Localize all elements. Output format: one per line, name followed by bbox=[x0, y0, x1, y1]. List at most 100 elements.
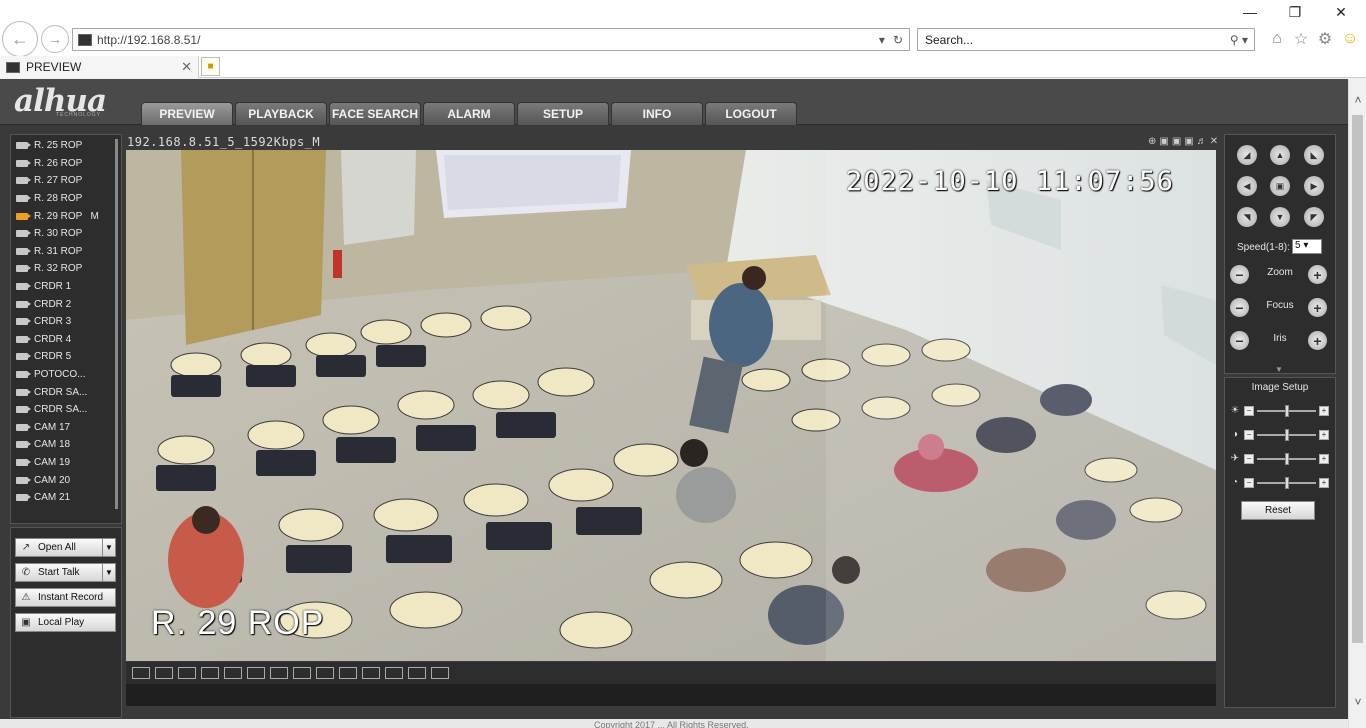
device-item[interactable]: CAM 19 bbox=[16, 454, 116, 472]
device-item[interactable]: R. 27 ROP bbox=[16, 172, 116, 190]
layout-9-icon[interactable] bbox=[316, 667, 334, 679]
close-tab-icon[interactable]: ✕ bbox=[181, 59, 192, 75]
slider-decrease-button[interactable]: − bbox=[1244, 430, 1254, 440]
address-url[interactable]: http://192.168.8.51/ bbox=[97, 33, 200, 47]
slider-decrease-button[interactable]: − bbox=[1244, 478, 1254, 488]
snapshot-icon[interactable]: ▣ bbox=[1172, 136, 1181, 147]
ptz-down-left-icon[interactable]: ◥ bbox=[1237, 207, 1257, 227]
search-box[interactable]: ⚲ ▾ bbox=[917, 28, 1255, 51]
window-icon[interactable]: ▣ bbox=[1159, 136, 1168, 147]
iris-close-button[interactable]: − bbox=[1230, 331, 1249, 350]
device-item[interactable]: CRDR 2 bbox=[16, 295, 116, 313]
page-scrollbar[interactable]: ˄ ˅ bbox=[1348, 79, 1366, 728]
refresh-icon[interactable]: ↻ bbox=[893, 33, 903, 47]
collapse-arrow-icon[interactable]: ▼ bbox=[1275, 365, 1283, 374]
smiley-feedback-icon[interactable]: ☺ bbox=[1340, 29, 1360, 49]
minimize-icon[interactable]: — bbox=[1240, 4, 1260, 20]
start-talk-dropdown[interactable]: ▼ bbox=[102, 563, 116, 582]
nav-tab-preview[interactable]: PREVIEW bbox=[141, 102, 233, 125]
ptz-up-left-icon[interactable]: ◢ bbox=[1237, 145, 1257, 165]
instant-record-button[interactable]: ⚠ Instant Record bbox=[15, 588, 116, 607]
ptz-up-right-icon[interactable]: ◣ bbox=[1304, 145, 1324, 165]
device-item[interactable]: R. 25 ROP bbox=[16, 137, 116, 155]
nav-tab-face-search[interactable]: FACE SEARCH bbox=[329, 102, 421, 125]
nav-tab-alarm[interactable]: ALARM bbox=[423, 102, 515, 125]
ptz-auto-focus-icon[interactable]: ▣ bbox=[1270, 176, 1290, 196]
scroll-down-icon[interactable]: ˅ bbox=[1349, 695, 1366, 709]
start-talk-button[interactable]: ✆ Start Talk ▼ bbox=[15, 563, 116, 582]
layout-6-icon[interactable] bbox=[270, 667, 288, 679]
zoom-icon[interactable]: ⊕ bbox=[1148, 136, 1156, 147]
nav-tab-setup[interactable]: SETUP bbox=[517, 102, 609, 125]
layout-full-icon[interactable] bbox=[178, 667, 196, 679]
focus-far-button[interactable]: + bbox=[1308, 298, 1327, 317]
slider-increase-button[interactable]: + bbox=[1319, 478, 1329, 488]
slider-increase-button[interactable]: + bbox=[1319, 430, 1329, 440]
favorites-star-icon[interactable]: ☆ bbox=[1291, 29, 1311, 49]
nav-tab-playback[interactable]: PLAYBACK bbox=[235, 102, 327, 125]
home-icon[interactable]: ⌂ bbox=[1267, 29, 1287, 49]
device-item[interactable]: R. 26 ROP bbox=[16, 155, 116, 173]
layout-4-icon[interactable] bbox=[247, 667, 265, 679]
layout-1-icon[interactable] bbox=[224, 667, 242, 679]
scroll-up-icon[interactable]: ˄ bbox=[1349, 93, 1366, 107]
layout-20-icon[interactable] bbox=[385, 667, 403, 679]
local-play-button[interactable]: ▣ Local Play bbox=[15, 613, 116, 632]
nav-tab-logout[interactable]: LOGOUT bbox=[705, 102, 797, 125]
scroll-thumb[interactable] bbox=[1352, 115, 1363, 643]
ptz-up-icon[interactable]: ▲ bbox=[1270, 145, 1290, 165]
device-item[interactable]: R. 31 ROP bbox=[16, 243, 116, 261]
layout-25-icon[interactable] bbox=[408, 667, 426, 679]
reset-button[interactable]: Reset bbox=[1241, 501, 1315, 520]
device-item[interactable]: R. 30 ROP bbox=[16, 225, 116, 243]
device-item[interactable]: CRDR SA... bbox=[16, 401, 116, 419]
address-bar[interactable]: http://192.168.8.51/ ▾ ↻ bbox=[72, 28, 910, 51]
record-icon[interactable]: ▣ bbox=[1184, 136, 1193, 147]
device-item[interactable]: CAM 21 bbox=[16, 489, 116, 507]
layout-16-icon[interactable] bbox=[362, 667, 380, 679]
zoom-out-button[interactable]: − bbox=[1230, 265, 1249, 284]
device-item[interactable]: CAM 18 bbox=[16, 436, 116, 454]
device-list-scrollbar[interactable] bbox=[115, 139, 118, 509]
tab-preview[interactable]: PREVIEW ✕ bbox=[0, 56, 199, 78]
slider-increase-button[interactable]: + bbox=[1319, 454, 1329, 464]
device-item[interactable]: POTOCO... bbox=[16, 366, 116, 384]
device-item[interactable]: CAM 17 bbox=[16, 419, 116, 437]
device-item[interactable]: CRDR 4 bbox=[16, 331, 116, 349]
slider-thumb[interactable] bbox=[1284, 453, 1289, 465]
dropdown-icon[interactable]: ▾ bbox=[879, 33, 885, 47]
slider-decrease-button[interactable]: − bbox=[1244, 406, 1254, 416]
restore-icon[interactable]: ❐ bbox=[1285, 4, 1305, 21]
back-button[interactable]: ← bbox=[2, 21, 38, 57]
device-item[interactable]: CRDR 3 bbox=[16, 313, 116, 331]
zoom-in-button[interactable]: + bbox=[1308, 265, 1327, 284]
slider-thumb[interactable] bbox=[1284, 405, 1289, 417]
speed-select[interactable]: 5 ▾ bbox=[1292, 239, 1322, 254]
forward-button[interactable]: → bbox=[41, 25, 69, 53]
device-item[interactable]: CRDR 1 bbox=[16, 278, 116, 296]
layout-2x2-icon[interactable] bbox=[155, 667, 173, 679]
slider-decrease-button[interactable]: − bbox=[1244, 454, 1254, 464]
iris-open-button[interactable]: + bbox=[1308, 331, 1327, 350]
settings-gear-icon[interactable]: ⚙ bbox=[1315, 29, 1335, 49]
search-input[interactable] bbox=[925, 32, 1215, 47]
close-video-icon[interactable]: ✕ bbox=[1210, 136, 1218, 147]
layout-8-icon[interactable] bbox=[293, 667, 311, 679]
device-item[interactable]: CRDR SA... bbox=[16, 383, 116, 401]
ptz-right-icon[interactable]: ▶ bbox=[1304, 176, 1324, 196]
close-window-icon[interactable]: ✕ bbox=[1331, 4, 1351, 21]
layout-1x1-icon[interactable] bbox=[132, 667, 150, 679]
ptz-left-icon[interactable]: ◀ bbox=[1237, 176, 1257, 196]
ptz-down-icon[interactable]: ▼ bbox=[1270, 207, 1290, 227]
open-all-button[interactable]: ↗ Open All ▼ bbox=[15, 538, 116, 557]
device-item[interactable]: R. 28 ROP bbox=[16, 190, 116, 208]
audio-icon[interactable]: ♬ bbox=[1197, 136, 1207, 147]
live-video-view[interactable]: 2022-10-10 11:07:56 R. 29 ROP bbox=[126, 150, 1216, 661]
device-item[interactable]: R. 29 ROP M bbox=[16, 207, 116, 225]
layout-36-icon[interactable] bbox=[431, 667, 449, 679]
layout-13-icon[interactable] bbox=[339, 667, 357, 679]
slider-thumb[interactable] bbox=[1284, 477, 1289, 489]
device-item[interactable]: CAM 20 bbox=[16, 471, 116, 489]
new-tab-button[interactable]: ■ bbox=[201, 57, 220, 76]
device-item[interactable]: CRDR 5 bbox=[16, 348, 116, 366]
